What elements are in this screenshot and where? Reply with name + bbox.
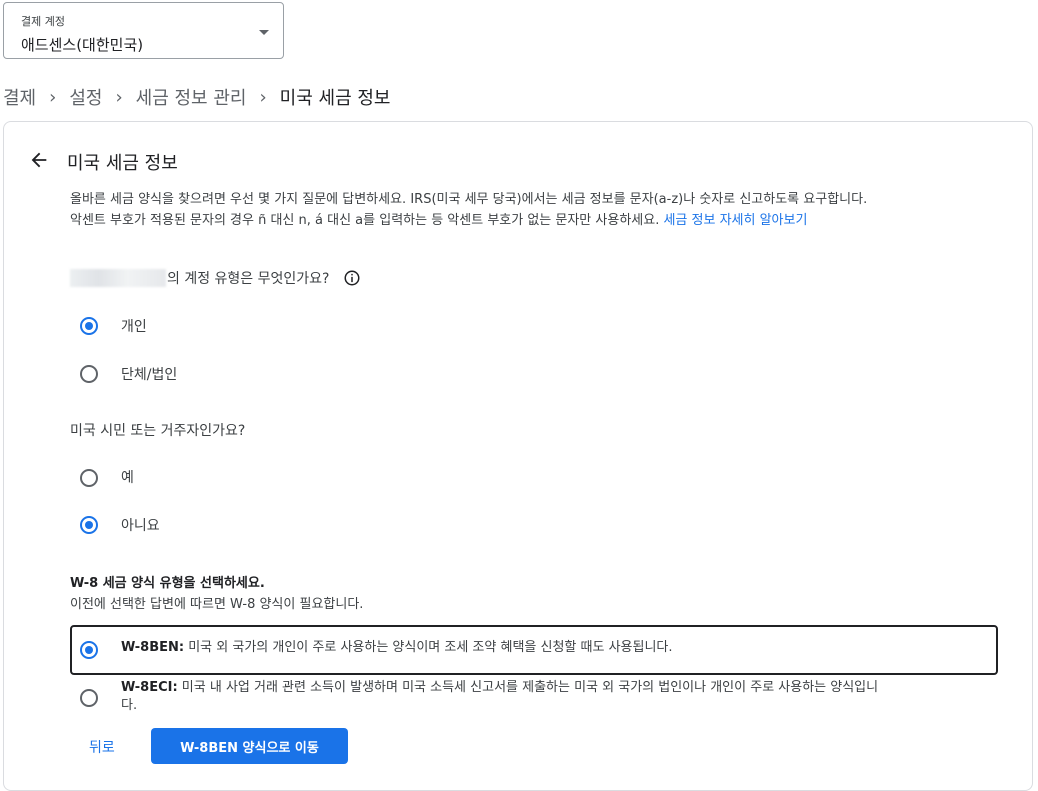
breadcrumb-item-billing[interactable]: 결제 [3, 84, 36, 110]
radio-individual-label[interactable]: 개인 [121, 316, 147, 336]
w8eci-description-wrap: 다. [121, 698, 138, 713]
radio-w8ben[interactable] [80, 641, 98, 659]
back-button[interactable]: 뒤로 [89, 737, 115, 757]
chevron-right-icon: › [115, 86, 123, 108]
radio-w8eci[interactable] [80, 689, 98, 707]
radio-no-label[interactable]: 아니요 [121, 515, 160, 535]
redacted-account-name [70, 269, 166, 287]
intro-line-1: 올바른 세금 양식을 찾으려면 우선 몇 가지 질문에 답변하세요. IRS(미… [70, 192, 868, 207]
w8eci-description: 미국 내 사업 거래 관련 소득이 발생하며 미국 소득세 신고서를 제출하는 … [181, 680, 879, 695]
radio-yes-label[interactable]: 예 [121, 467, 134, 487]
radio-entity-label[interactable]: 단체/법인 [121, 364, 177, 384]
chevron-right-icon: › [49, 86, 57, 108]
intro-line-2: 악센트 부호가 적용된 문자의 경우 ñ 대신 n, á 대신 a를 입력하는 … [70, 213, 660, 228]
arrow-back-icon[interactable] [28, 149, 50, 171]
intro-text: 올바른 세금 양식을 찾으려면 우선 몇 가지 질문에 답변하세요. IRS(미… [70, 189, 1000, 231]
radio-no[interactable] [80, 516, 98, 534]
w8ben-code: W-8BEN: [121, 640, 185, 655]
breadcrumb-item-tax-management[interactable]: 세금 정보 관리 [136, 84, 247, 110]
breadcrumb: 결제 › 설정 › 세금 정보 관리 › 미국 세금 정보 [3, 84, 390, 110]
go-to-w8ben-button[interactable]: W-8BEN 양식으로 이동 [151, 728, 348, 764]
chevron-down-icon [259, 30, 269, 35]
account-type-question-text: 의 계정 유형은 무엇인가요? [167, 271, 330, 287]
w8eci-option-text[interactable]: W-8ECI: 미국 내 사업 거래 관련 소득이 발생하며 미국 소득세 신고… [121, 679, 1001, 715]
billing-account-value: 애드센스(대한민국) [21, 36, 144, 54]
page-title: 미국 세금 정보 [67, 153, 178, 174]
account-type-question: 의 계정 유형은 무엇인가요? [70, 268, 361, 288]
chevron-right-icon: › [259, 86, 267, 108]
radio-entity[interactable] [80, 365, 98, 383]
info-icon[interactable] [343, 269, 361, 287]
w8-section-title: W-8 세금 양식 유형을 선택하세요. [70, 576, 265, 591]
breadcrumb-item-settings[interactable]: 설정 [69, 84, 102, 110]
billing-account-label: 결제 계정 [21, 15, 65, 28]
w8eci-code: W-8ECI: [121, 680, 178, 695]
billing-account-select[interactable]: 결제 계정 애드센스(대한민국) [3, 2, 284, 59]
breadcrumb-current: 미국 세금 정보 [279, 88, 391, 109]
w8ben-description: 미국 외 국가의 개인이 주로 사용하는 양식이며 조세 조약 혜택을 신청할 … [188, 640, 673, 655]
learn-more-link[interactable]: 세금 정보 자세히 알아보기 [663, 213, 807, 228]
radio-individual[interactable] [80, 317, 98, 335]
us-citizen-question: 미국 시민 또는 거주자인가요? [70, 423, 246, 439]
w8ben-option-text[interactable]: W-8BEN: 미국 외 국가의 개인이 주로 사용하는 양식이며 조세 조약 … [121, 639, 981, 657]
radio-yes[interactable] [80, 469, 98, 487]
w8-section-subtitle: 이전에 선택한 답변에 따르면 W-8 양식이 필요합니다. [70, 597, 364, 612]
